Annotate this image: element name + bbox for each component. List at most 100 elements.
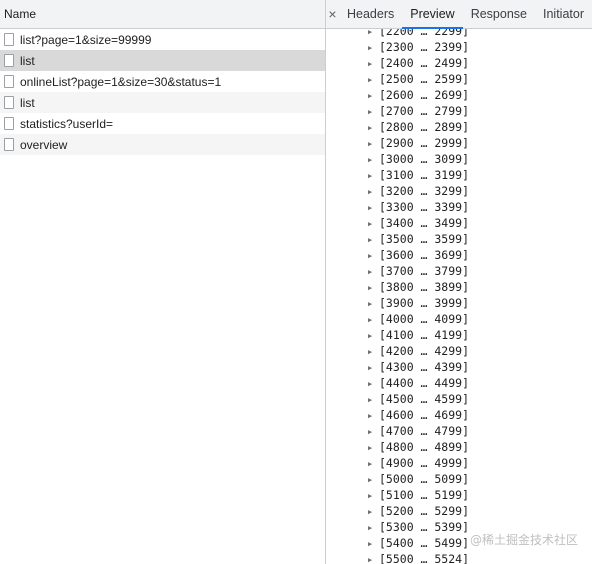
expand-arrow-icon[interactable]: ▶ (368, 440, 378, 456)
expand-arrow-icon[interactable]: ▶ (368, 312, 378, 328)
array-range-node[interactable]: ▶ [3400 … 3499] (326, 215, 592, 231)
array-range-node[interactable]: ▶ [4600 … 4699] (326, 407, 592, 423)
expand-arrow-icon[interactable]: ▶ (368, 200, 378, 216)
array-range-node[interactable]: ▶ [2600 … 2699] (326, 87, 592, 103)
request-row[interactable]: onlineList?page=1&size=30&status=1 (0, 71, 325, 92)
expand-arrow-icon[interactable]: ▶ (368, 72, 378, 88)
expand-arrow-icon[interactable]: ▶ (368, 56, 378, 72)
range-label: [4700 … 4799] (379, 424, 470, 438)
tab-response[interactable]: Response (463, 0, 535, 28)
range-label: [3800 … 3899] (379, 280, 470, 294)
range-label: [3000 … 3099] (379, 152, 470, 166)
document-icon (4, 54, 14, 67)
expand-arrow-icon[interactable]: ▶ (368, 408, 378, 424)
array-range-node[interactable]: ▶ [3300 … 3399] (326, 199, 592, 215)
tab-headers[interactable]: Headers (339, 0, 402, 28)
array-range-node[interactable]: ▶ [5000 … 5099] (326, 471, 592, 487)
expand-arrow-icon[interactable]: ▶ (368, 232, 378, 248)
array-range-node[interactable]: ▶ [5500 … 5524] (326, 551, 592, 564)
array-range-node[interactable]: ▶ [3600 … 3699] (326, 247, 592, 263)
request-row[interactable]: list?page=1&size=99999 (0, 29, 325, 50)
range-label: [4100 … 4199] (379, 328, 470, 342)
expand-arrow-icon[interactable]: ▶ (368, 328, 378, 344)
array-range-node[interactable]: ▶ [2800 … 2899] (326, 119, 592, 135)
request-row[interactable]: list (0, 50, 325, 71)
expand-arrow-icon[interactable]: ▶ (368, 344, 378, 360)
array-range-node[interactable]: ▶ [4000 … 4099] (326, 311, 592, 327)
range-label: [5400 … 5499] (379, 536, 470, 550)
array-range-node[interactable]: ▶ [4200 … 4299] (326, 343, 592, 359)
request-row[interactable]: overview (0, 134, 325, 155)
range-label: [5000 … 5099] (379, 472, 470, 486)
array-range-node[interactable]: ▶ [5200 … 5299] (326, 503, 592, 519)
close-icon[interactable]: × (326, 0, 339, 28)
expand-arrow-icon[interactable]: ▶ (368, 456, 378, 472)
array-range-node[interactable]: ▶ [4800 … 4899] (326, 439, 592, 455)
array-range-node[interactable]: ▶ [2300 … 2399] (326, 39, 592, 55)
expand-arrow-icon[interactable]: ▶ (368, 424, 378, 440)
tab-initiator[interactable]: Initiator (535, 0, 592, 28)
array-range-node[interactable]: ▶ [3700 … 3799] (326, 263, 592, 279)
array-range-node[interactable]: ▶ [4300 … 4399] (326, 359, 592, 375)
range-label: [3100 … 3199] (379, 168, 470, 182)
expand-arrow-icon[interactable]: ▶ (368, 504, 378, 520)
expand-arrow-icon[interactable]: ▶ (368, 184, 378, 200)
request-row[interactable]: list (0, 92, 325, 113)
range-label: [2500 … 2599] (379, 72, 470, 86)
array-range-node[interactable]: ▶ [5100 … 5199] (326, 487, 592, 503)
request-row[interactable]: statistics?userId= (0, 113, 325, 134)
expand-arrow-icon[interactable]: ▶ (368, 29, 378, 40)
array-range-node[interactable]: ▶ [3100 … 3199] (326, 167, 592, 183)
range-label: [3400 … 3499] (379, 216, 470, 230)
array-range-node[interactable]: ▶ [5400 … 5499] (326, 535, 592, 551)
range-label: [4800 … 4899] (379, 440, 470, 454)
expand-arrow-icon[interactable]: ▶ (368, 104, 378, 120)
tab-preview[interactable]: Preview (402, 0, 464, 29)
expand-arrow-icon[interactable]: ▶ (368, 360, 378, 376)
expand-arrow-icon[interactable]: ▶ (368, 248, 378, 264)
array-range-node[interactable]: ▶ [2400 … 2499] (326, 55, 592, 71)
expand-arrow-icon[interactable]: ▶ (368, 264, 378, 280)
expand-arrow-icon[interactable]: ▶ (368, 472, 378, 488)
array-range-node[interactable]: ▶ [4500 … 4599] (326, 391, 592, 407)
range-label: [4500 … 4599] (379, 392, 470, 406)
expand-arrow-icon[interactable]: ▶ (368, 216, 378, 232)
array-range-node[interactable]: ▶ [4700 … 4799] (326, 423, 592, 439)
detail-tabbar: × Headers Preview Response Initiator (326, 0, 592, 29)
expand-arrow-icon[interactable]: ▶ (368, 552, 378, 564)
expand-arrow-icon[interactable]: ▶ (368, 376, 378, 392)
expand-arrow-icon[interactable]: ▶ (368, 280, 378, 296)
expand-arrow-icon[interactable]: ▶ (368, 296, 378, 312)
expand-arrow-icon[interactable]: ▶ (368, 168, 378, 184)
expand-arrow-icon[interactable]: ▶ (368, 136, 378, 152)
array-range-node[interactable]: ▶ [2900 … 2999] (326, 135, 592, 151)
expand-arrow-icon[interactable]: ▶ (368, 152, 378, 168)
expand-arrow-icon[interactable]: ▶ (368, 120, 378, 136)
array-range-node[interactable]: ▶ [3500 … 3599] (326, 231, 592, 247)
expand-arrow-icon[interactable]: ▶ (368, 536, 378, 552)
name-column-header[interactable]: Name (0, 0, 325, 29)
expand-arrow-icon[interactable]: ▶ (368, 392, 378, 408)
expand-arrow-icon[interactable]: ▶ (368, 488, 378, 504)
range-label: [3700 … 3799] (379, 264, 470, 278)
document-icon (4, 138, 14, 151)
array-range-node[interactable]: ▶ [2500 … 2599] (326, 71, 592, 87)
array-range-node[interactable]: ▶ [2700 … 2799] (326, 103, 592, 119)
request-list: list?page=1&size=99999 list onlineList?pag… (0, 29, 325, 155)
array-range-node[interactable]: ▶ [2200 … 2299] (326, 29, 592, 39)
expand-arrow-icon[interactable]: ▶ (368, 520, 378, 536)
request-name: statistics?userId= (20, 116, 114, 131)
array-range-node[interactable]: ▶ [3000 … 3099] (326, 151, 592, 167)
array-range-node[interactable]: ▶ [3900 … 3999] (326, 295, 592, 311)
range-label: [3500 … 3599] (379, 232, 470, 246)
array-range-node[interactable]: ▶ [3200 … 3299] (326, 183, 592, 199)
range-label: [4900 … 4999] (379, 456, 470, 470)
array-range-node[interactable]: ▶ [3800 … 3899] (326, 279, 592, 295)
expand-arrow-icon[interactable]: ▶ (368, 88, 378, 104)
array-range-node[interactable]: ▶ [4100 … 4199] (326, 327, 592, 343)
array-range-node[interactable]: ▶ [4400 … 4499] (326, 375, 592, 391)
array-range-node[interactable]: ▶ [5300 … 5399] (326, 519, 592, 535)
array-range-node[interactable]: ▶ [4900 … 4999] (326, 455, 592, 471)
expand-arrow-icon[interactable]: ▶ (368, 40, 378, 56)
range-label: [2400 … 2499] (379, 56, 470, 70)
